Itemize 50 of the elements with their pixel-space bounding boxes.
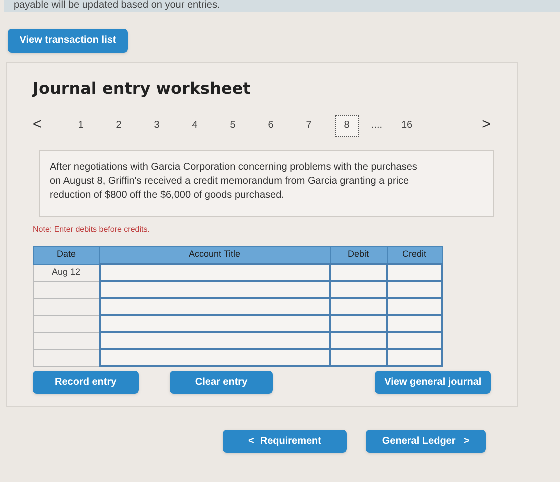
page-tab[interactable]: 6	[259, 114, 283, 136]
column-header: Date	[34, 246, 100, 264]
previous-page-button[interactable]: <	[33, 114, 42, 137]
page-tab[interactable]: 5	[221, 114, 245, 136]
column-header: Debit	[330, 246, 387, 264]
banner-text: payable will be updated based on your entries.	[14, 0, 220, 12]
general-ledger-button[interactable]: General Ledger >	[366, 430, 486, 452]
column-header: Credit	[387, 246, 442, 264]
pager-ellipsis: ....	[370, 119, 384, 133]
page-tab[interactable]: 4	[183, 114, 207, 136]
date-cell	[34, 281, 100, 298]
entry-field[interactable]	[387, 264, 442, 281]
entry-field[interactable]	[387, 298, 442, 315]
entry-field[interactable]	[330, 349, 387, 366]
page-tab[interactable]: 16	[395, 114, 419, 136]
entry-field[interactable]	[387, 349, 442, 366]
entry-field[interactable]	[330, 298, 387, 315]
date-cell	[34, 332, 100, 349]
page-tab[interactable]: 7	[297, 114, 321, 136]
entry-field[interactable]	[100, 332, 330, 349]
description-text: After negotiations with Garcia Corporation concerning problems with the purchases on August 8, Griffin's received a credit memorandum from Garcia granting a price reduction of $800 off the $6,000 of goods purchased.	[50, 160, 418, 202]
column-header: Account Title	[100, 246, 330, 264]
entry-field[interactable]	[100, 349, 330, 366]
page-tab[interactable]: 3	[145, 114, 169, 136]
page-tab[interactable]: 2	[107, 114, 131, 136]
date-cell	[34, 315, 100, 332]
view-transaction-list-button[interactable]: View transaction list	[8, 28, 128, 52]
entry-field[interactable]	[330, 264, 387, 281]
entry-field[interactable]	[100, 298, 330, 315]
record-entry-button[interactable]: Record entry	[33, 371, 139, 394]
note-text: Note: Enter debits before credits.	[33, 224, 151, 236]
entry-field[interactable]	[330, 281, 387, 298]
page-tab[interactable]: 1	[69, 114, 93, 136]
worksheet-title: Journal entry worksheet	[33, 78, 252, 100]
entry-field[interactable]	[100, 315, 330, 332]
view-general-journal-button[interactable]: View general journal	[375, 371, 491, 394]
page-tab[interactable]: 8	[335, 114, 359, 136]
entry-field[interactable]	[100, 264, 330, 281]
clear-entry-button[interactable]: Clear entry	[170, 371, 274, 394]
date-cell	[34, 349, 100, 366]
entry-field[interactable]	[330, 332, 387, 349]
next-page-button[interactable]: >	[482, 114, 491, 137]
entry-field[interactable]	[387, 281, 442, 298]
requirement-button[interactable]: < Requirement	[223, 430, 347, 452]
date-cell	[34, 298, 100, 315]
entry-field[interactable]	[100, 281, 330, 298]
entry-field[interactable]	[387, 332, 442, 349]
entry-field[interactable]	[330, 315, 387, 332]
entry-field[interactable]	[387, 315, 442, 332]
date-cell: Aug 12	[34, 264, 100, 281]
